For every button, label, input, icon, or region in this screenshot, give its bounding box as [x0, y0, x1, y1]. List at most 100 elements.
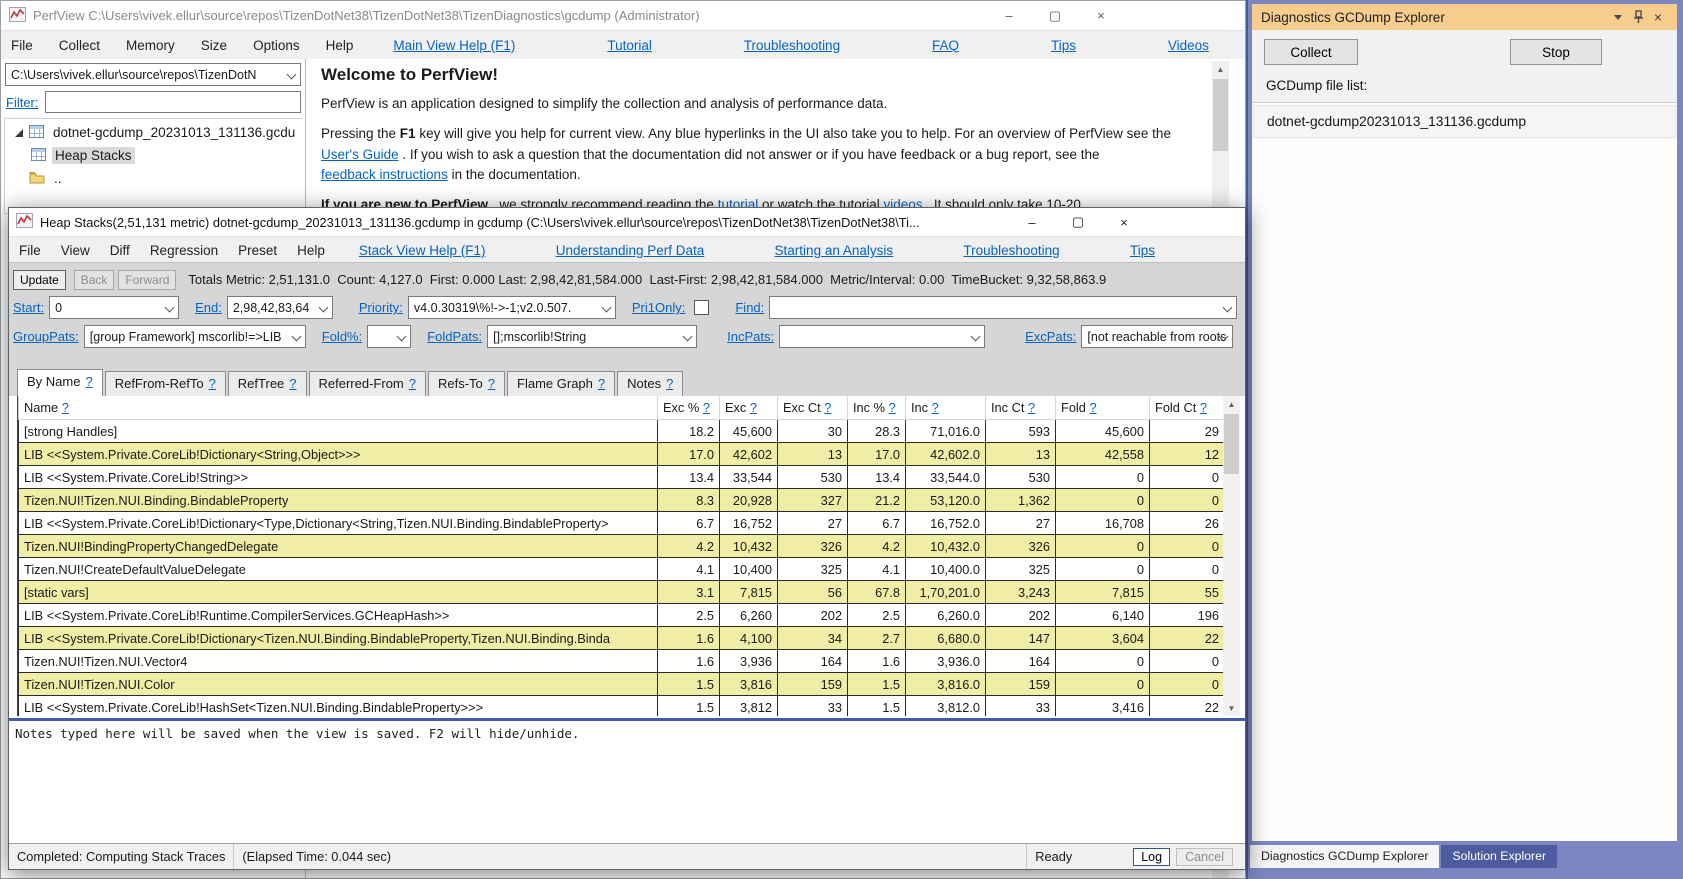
table-row[interactable]: Tizen.NUI!Tizen.NUI.Binding.BindableProp… [19, 489, 1224, 512]
stop-button[interactable]: Stop [1510, 39, 1602, 65]
help-link-stack-view-help-f1-[interactable]: Stack View Help (F1) [359, 243, 486, 258]
find-combo[interactable] [769, 296, 1237, 319]
scroll-down-icon[interactable]: ▼ [1223, 700, 1240, 716]
tree-item[interactable]: .. [5, 167, 302, 190]
cancel-button[interactable]: Cancel [1176, 848, 1233, 866]
column-header-fold[interactable]: Fold ? [1056, 396, 1150, 420]
column-header-fold-ct[interactable]: Fold Ct ? [1150, 396, 1224, 420]
tab-flame-graph[interactable]: Flame Graph? [507, 371, 615, 396]
tab-reffrom-refto[interactable]: RefFrom-RefTo? [105, 371, 226, 396]
tab-help-link[interactable]: ? [409, 376, 416, 391]
start-combo[interactable]: 0 [49, 296, 179, 319]
tab-help-link[interactable]: ? [209, 376, 216, 391]
help-link-videos[interactable]: Videos [1168, 38, 1209, 53]
tree-item-label[interactable]: dotnet-gcdump_20231013_131136.gcdu [50, 124, 298, 141]
cell-name[interactable]: LIB <<System.Private.CoreLib!String>> [19, 466, 658, 489]
priority-link[interactable]: Priority: [359, 300, 403, 315]
pin-icon[interactable] [1628, 10, 1648, 24]
scroll-up-icon[interactable]: ▲ [1223, 396, 1240, 412]
incpats-link[interactable]: IncPats: [727, 329, 774, 344]
column-header-exc-[interactable]: Exc % ? [658, 396, 720, 420]
pri1only-checkbox[interactable] [694, 300, 709, 315]
table-row[interactable]: LIB <<System.Private.CoreLib!Runtime.Com… [19, 604, 1224, 627]
help-link-main-view-help-f1-[interactable]: Main View Help (F1) [393, 38, 515, 53]
incpats-combo[interactable] [779, 325, 985, 348]
inline-link-feedback-instructions[interactable]: feedback instructions [321, 167, 448, 182]
menu-help[interactable]: Help [297, 243, 325, 258]
cell-name[interactable]: [static vars] [19, 581, 658, 604]
inline-link-user-s-guide[interactable]: User's Guide [321, 147, 399, 162]
filter-input[interactable] [45, 91, 302, 113]
cell-name[interactable]: LIB <<System.Private.CoreLib!Dictionary<… [19, 512, 658, 535]
table-row[interactable]: Tizen.NUI!Tizen.NUI.Color1.53,8161591.53… [19, 673, 1224, 696]
column-header-name[interactable]: Name ? [19, 396, 658, 420]
table-row[interactable]: Tizen.NUI!CreateDefaultValueDelegate4.11… [19, 558, 1224, 581]
table-row[interactable]: [static vars]3.17,8155667.81,70,201.03,2… [19, 581, 1224, 604]
column-header-inc[interactable]: Inc ? [906, 396, 986, 420]
help-link-troubleshooting[interactable]: Troubleshooting [963, 243, 1059, 258]
tab-help-link[interactable]: ? [289, 376, 296, 391]
column-help-link[interactable]: ? [932, 400, 939, 415]
menu-options[interactable]: Options [253, 38, 300, 53]
menu-size[interactable]: Size [201, 38, 227, 53]
filter-link[interactable]: Filter: [6, 95, 39, 110]
cell-name[interactable]: Tizen.NUI!CreateDefaultValueDelegate [19, 558, 658, 581]
tab-help-link[interactable]: ? [85, 374, 92, 389]
table-row[interactable]: Tizen.NUI!Tizen.NUI.Vector41.63,9361641.… [19, 650, 1224, 673]
table-row[interactable]: LIB <<System.Private.CoreLib!HashSet<Tiz… [19, 696, 1224, 717]
pri1only-link[interactable]: Pri1Only: [632, 300, 685, 315]
cell-name[interactable]: Tizen.NUI!BindingPropertyChangedDelegate [19, 535, 658, 558]
tab-by-name[interactable]: By Name? [17, 369, 103, 396]
grouppats-link[interactable]: GroupPats: [13, 329, 79, 344]
end-link[interactable]: End: [195, 300, 222, 315]
cell-name[interactable]: LIB <<System.Private.CoreLib!Dictionary<… [19, 443, 658, 466]
excpats-combo[interactable]: [not reachable from roots [1081, 325, 1233, 348]
panel-tab-solution-explorer[interactable]: Solution Explorer [1441, 845, 1557, 868]
priority-combo[interactable]: v4.0.30319\%!->-1;v2.0.507. [408, 296, 616, 319]
grid-scrollbar[interactable]: ▲ ▼ [1223, 396, 1240, 716]
notes-text[interactable]: Notes typed here will be saved when the … [11, 723, 1245, 744]
column-help-link[interactable]: ? [703, 400, 710, 415]
collect-button[interactable]: Collect [1264, 39, 1358, 65]
find-link[interactable]: Find: [735, 300, 764, 315]
minimize-icon[interactable]: – [1009, 208, 1055, 236]
cell-name[interactable]: LIB <<System.Private.CoreLib!Runtime.Com… [19, 604, 658, 627]
update-button[interactable]: Update [13, 270, 66, 290]
close-icon[interactable]: × [1078, 1, 1124, 30]
cell-name[interactable]: Tizen.NUI!Tizen.NUI.Vector4 [19, 650, 658, 673]
menu-file[interactable]: File [19, 243, 41, 258]
foldpats-link[interactable]: FoldPats: [427, 329, 482, 344]
window-position-menu-icon[interactable] [1608, 15, 1628, 20]
menu-help[interactable]: Help [326, 38, 354, 53]
column-help-link[interactable]: ? [1028, 400, 1035, 415]
back-button[interactable]: Back [74, 270, 115, 290]
menu-memory[interactable]: Memory [126, 38, 175, 53]
forward-button[interactable]: Forward [118, 270, 176, 290]
scroll-up-icon[interactable]: ▲ [1212, 61, 1229, 77]
table-row[interactable]: [strong Handles]18.245,6003028.371,016.0… [19, 420, 1224, 443]
tree-item-label[interactable]: Heap Stacks [52, 147, 135, 164]
expander-icon[interactable] [15, 129, 23, 137]
column-header-exc-ct[interactable]: Exc Ct ? [778, 396, 848, 420]
foldpct-combo[interactable] [367, 325, 411, 348]
menu-view[interactable]: View [61, 243, 90, 258]
column-help-link[interactable]: ? [824, 400, 831, 415]
column-help-link[interactable]: ? [750, 400, 757, 415]
close-icon[interactable]: × [1101, 208, 1147, 236]
tree-item-label[interactable]: .. [51, 170, 65, 187]
table-row[interactable]: LIB <<System.Private.CoreLib!Dictionary<… [19, 627, 1224, 650]
menu-collect[interactable]: Collect [59, 38, 100, 53]
table-row[interactable]: LIB <<System.Private.CoreLib!Dictionary<… [19, 443, 1224, 466]
panel-tab-diagnostics-gcdump-explorer[interactable]: Diagnostics GCDump Explorer [1250, 845, 1439, 868]
table-row[interactable]: Tizen.NUI!BindingPropertyChangedDelegate… [19, 535, 1224, 558]
column-help-link[interactable]: ? [1200, 400, 1207, 415]
help-link-troubleshooting[interactable]: Troubleshooting [744, 38, 840, 53]
scrollbar-thumb[interactable] [1213, 79, 1228, 151]
cell-name[interactable]: LIB <<System.Private.CoreLib!Dictionary<… [19, 627, 658, 650]
tree-item[interactable]: Heap Stacks [5, 144, 302, 167]
menu-preset[interactable]: Preset [238, 243, 277, 258]
tab-refs-to[interactable]: Refs-To? [428, 371, 505, 396]
foldpct-link[interactable]: Fold%: [322, 329, 362, 344]
grouppats-combo[interactable]: [group Framework] mscorlib!=>LIB [84, 325, 306, 348]
help-link-tips[interactable]: Tips [1051, 38, 1076, 53]
